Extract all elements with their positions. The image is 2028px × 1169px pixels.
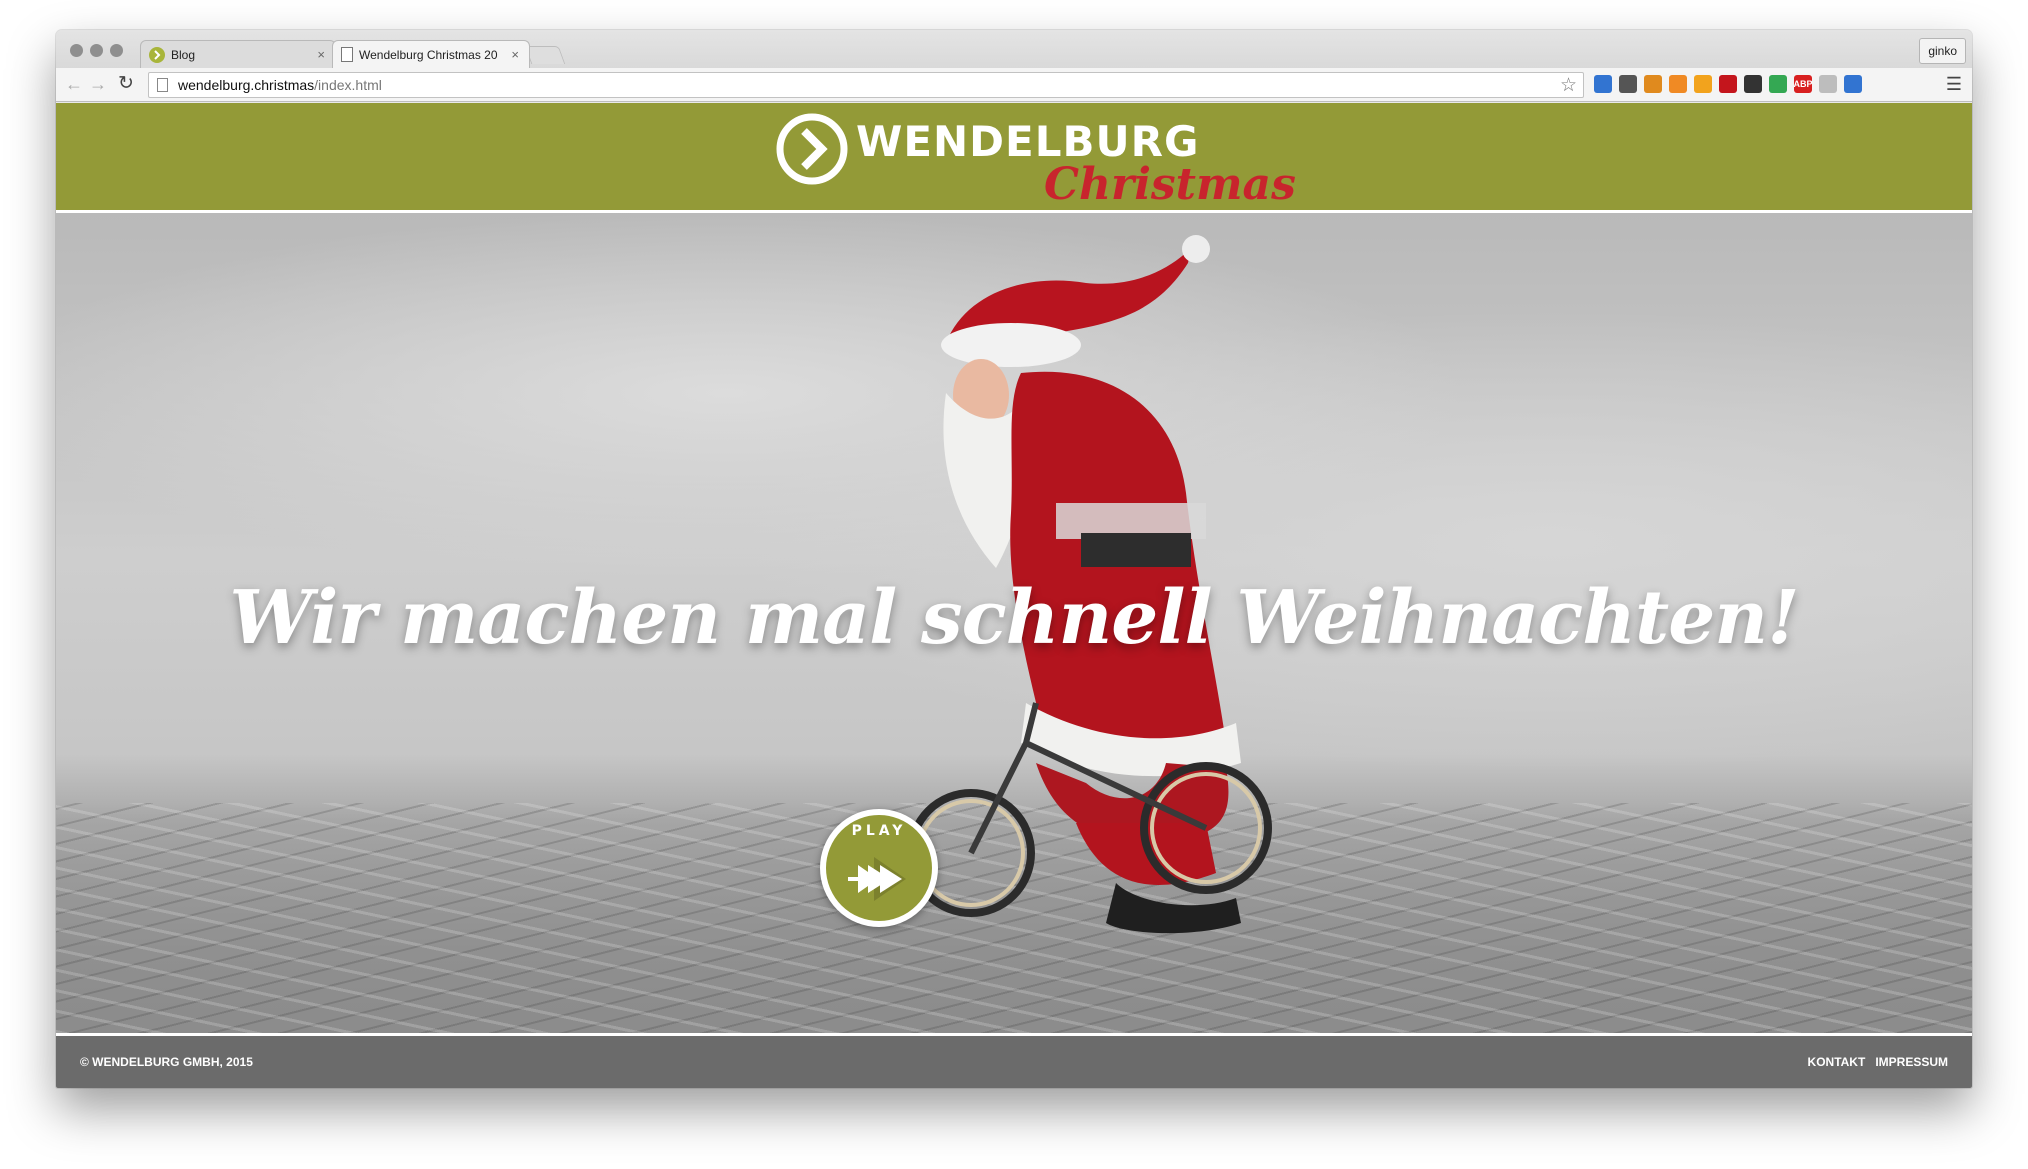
kontakt-link[interactable]: KONTAKT xyxy=(1808,1055,1866,1069)
play-button[interactable]: PLAY xyxy=(820,809,938,927)
document-icon xyxy=(341,47,353,62)
impressum-link[interactable]: IMPRESSUM xyxy=(1875,1055,1948,1069)
url-host: wendelburg.christmas xyxy=(178,77,315,93)
reload-icon[interactable]: ↻ xyxy=(114,72,138,96)
profile-button[interactable]: ginko xyxy=(1919,38,1966,64)
zoom-window-button[interactable] xyxy=(110,44,123,57)
tab-blog[interactable]: Blog × xyxy=(140,40,336,68)
delicious-icon-2[interactable] xyxy=(1844,75,1862,93)
copyright-text: © WENDELBURG GMBH, 2015 xyxy=(80,1055,253,1069)
page-content: WENDELBURG Christmas Wir machen mal schn… xyxy=(56,103,1972,1088)
tab-close-icon[interactable]: × xyxy=(317,47,325,62)
bookmark-star-icon[interactable]: ☆ xyxy=(1560,74,1577,97)
adblock-icon[interactable]: ABP xyxy=(1794,75,1813,93)
hero: Wir machen mal schnell Weihnachten! PLAY xyxy=(56,213,1972,1033)
page-icon xyxy=(157,78,168,92)
lastpass-icon[interactable] xyxy=(1719,75,1737,93)
logo[interactable]: WENDELBURG Christmas xyxy=(768,107,1296,210)
delicious-icon[interactable] xyxy=(1594,75,1612,93)
eyedropper-icon[interactable] xyxy=(1619,75,1637,93)
browser-window: Blog × Wendelburg Christmas 20 × ginko ←… xyxy=(56,30,1972,1088)
chrome-apps-icon[interactable] xyxy=(1769,75,1787,93)
hero-headline: Wir machen mal schnell Weihnachten! xyxy=(229,575,1799,661)
logo-arrow-icon xyxy=(776,113,848,185)
url-path: /index.html xyxy=(314,77,382,93)
forward-arrow-icon[interactable]: → xyxy=(86,72,110,96)
ruler-icon[interactable] xyxy=(1644,75,1662,93)
star-icon[interactable] xyxy=(1744,75,1762,93)
logo-script: Christmas xyxy=(1044,159,1296,210)
tab-title: Wendelburg Christmas 20 xyxy=(359,47,498,62)
site-footer: © WENDELBURG GMBH, 2015 KONTAKT IMPRESSU… xyxy=(56,1036,1972,1088)
fast-forward-tree-icon xyxy=(848,857,906,901)
back-arrow-icon[interactable]: ← xyxy=(62,72,86,96)
close-window-button[interactable] xyxy=(70,44,83,57)
address-bar[interactable]: wendelburg.christmas/index.html ☆ xyxy=(148,72,1584,98)
tab-close-icon[interactable]: × xyxy=(511,47,519,62)
extension-icons: ABP xyxy=(1594,75,1862,93)
tab-title: Blog xyxy=(171,47,196,62)
wendelburg-favicon-icon xyxy=(149,46,165,63)
menu-icon[interactable]: ☰ xyxy=(1946,74,1962,95)
site-header: WENDELBURG Christmas xyxy=(56,103,1972,210)
footer-links: KONTAKT IMPRESSUM xyxy=(1808,1055,1948,1069)
toolbar: ← → ↻ wendelburg.christmas/index.html ☆ … xyxy=(56,68,1972,102)
new-tab-button[interactable] xyxy=(524,46,566,64)
grey-ext-icon[interactable] xyxy=(1819,75,1837,93)
tab-strip: Blog × Wendelburg Christmas 20 × ginko xyxy=(56,30,1972,68)
minimize-window-button[interactable] xyxy=(90,44,103,57)
tab-wendelburg-christmas[interactable]: Wendelburg Christmas 20 × xyxy=(332,40,530,68)
face-icon[interactable] xyxy=(1694,75,1712,93)
chart-icon[interactable] xyxy=(1669,75,1687,93)
play-label: PLAY xyxy=(851,823,907,839)
